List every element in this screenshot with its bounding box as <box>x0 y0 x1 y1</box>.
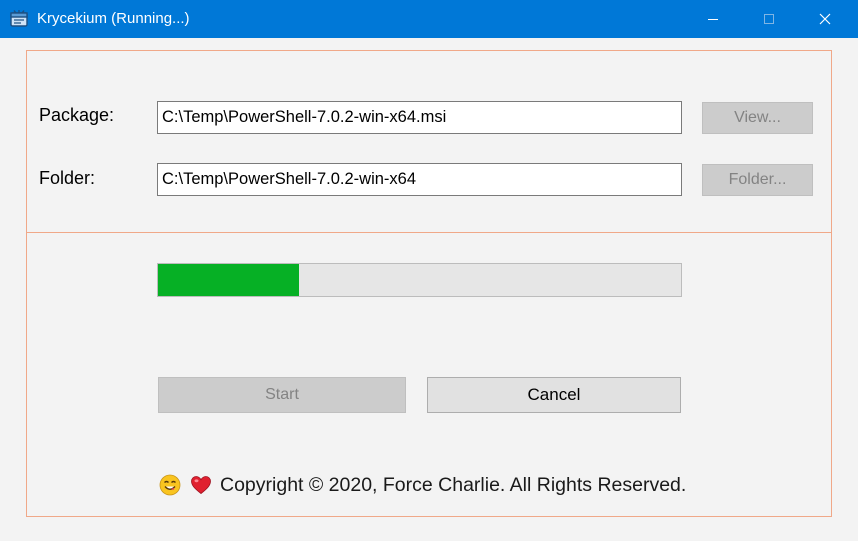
maximize-icon <box>764 14 774 24</box>
close-button[interactable] <box>802 0 848 38</box>
heart-icon <box>190 475 212 495</box>
input-panel <box>26 50 832 233</box>
package-label: Package: <box>39 105 115 125</box>
progress-bar <box>157 263 682 297</box>
view-button[interactable]: View... <box>702 102 813 134</box>
window-title: Krycekium (Running...) <box>37 10 190 27</box>
minimize-button[interactable] <box>690 0 736 38</box>
progress-fill <box>158 264 300 296</box>
smiling-face-icon <box>159 474 181 496</box>
package-icon <box>9 9 29 29</box>
start-button[interactable]: Start <box>158 377 406 413</box>
package-path-input[interactable]: C:\Temp\PowerShell-7.0.2-win-x64.msi <box>157 101 682 134</box>
close-icon <box>819 13 831 25</box>
cancel-button[interactable]: Cancel <box>427 377 681 413</box>
title-bar[interactable]: Krycekium (Running...) <box>0 0 858 38</box>
folder-button[interactable]: Folder... <box>702 164 813 196</box>
maximize-button <box>746 0 792 38</box>
copyright-footer: Copyright © 2020, Force Charlie. All Rig… <box>159 472 686 498</box>
copyright-text: Copyright © 2020, Force Charlie. All Rig… <box>220 473 687 496</box>
folder-label: Folder: <box>39 168 96 188</box>
folder-path-input[interactable]: C:\Temp\PowerShell-7.0.2-win-x64 <box>157 163 682 196</box>
minimize-icon <box>708 19 718 20</box>
